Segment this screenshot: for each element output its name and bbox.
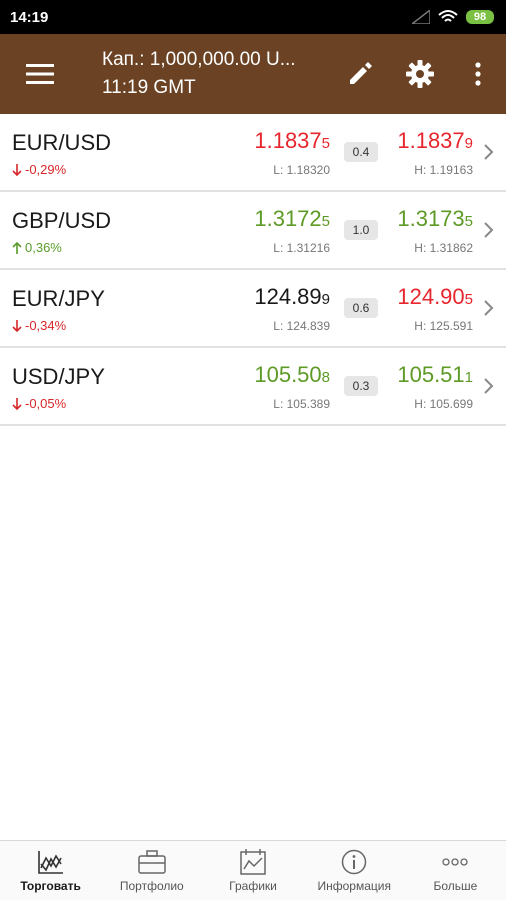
spread-badge: 0.4 [344,142,378,162]
quote-row[interactable]: GBP/USD 0,36% 1.31725 L: 1.31216 1.0 1.31735 H… [0,192,506,270]
nav-label: Графики [229,878,277,893]
signal-icon [412,10,430,24]
change-percent: 0,36% [12,240,62,255]
high-value: H: 125.591 [414,319,473,333]
arrow-down-icon [12,163,22,176]
ask-pip: 5 [464,291,473,308]
nav-item-more-horizontal[interactable]: Больше [405,841,506,900]
low-value: L: 1.31216 [273,241,330,255]
ask-pip: 9 [464,135,473,152]
arrow-up-icon [12,241,22,254]
status-bar: 14:19 98 [0,0,506,34]
chevron-right-icon[interactable] [482,142,496,162]
pair-name: EUR/USD [12,130,112,155]
high-value: H: 1.19163 [414,163,473,177]
ask-main: 105.51 [397,362,465,387]
spread-badge: 0.6 [344,298,378,318]
overflow-menu-button[interactable] [450,34,506,114]
settings-button[interactable] [390,34,450,114]
header-titles: Кап.: 1,000,000.00 U... 11:19 GMT [80,49,330,99]
app-bar: Кап.: 1,000,000.00 U... 11:19 GMT [0,34,506,114]
ask-pip: 1 [464,369,473,386]
ask-price[interactable]: 124.905 [397,284,473,310]
quote-row[interactable]: USD/JPY -0,05% 105.508 L: 105.389 0.3 105.511… [0,348,506,426]
ask-price[interactable]: 105.511 [397,362,473,388]
briefcase-icon [138,849,166,875]
bid-pip: 5 [321,213,330,230]
high-value: H: 1.31862 [414,241,473,255]
high-value: H: 105.699 [414,397,473,411]
nav-label: Портфолио [119,878,184,893]
battery-icon: 98 [466,10,494,24]
chevron-right-icon[interactable] [482,376,496,396]
nav-item-trade-chart[interactable]: Торговать [0,841,101,900]
bid-main: 1.1837 [254,128,322,153]
nav-label: Информация [317,878,391,893]
bid-price[interactable]: 105.508 [254,362,330,388]
change-value: -0,29% [25,162,67,177]
gmt-time: 11:19 GMT [102,77,196,98]
trade-chart-icon [37,849,64,875]
menu-button[interactable] [0,34,80,114]
low-value: L: 105.389 [273,397,330,411]
status-icons: 98 [412,9,494,25]
edit-button[interactable] [330,34,390,114]
bid-main: 124.89 [254,284,322,309]
low-value: L: 124.839 [273,319,330,333]
menu-icon [26,64,54,84]
low-value: L: 1.18320 [273,163,330,177]
bid-main: 105.50 [254,362,322,387]
pair-name: EUR/JPY [12,286,105,311]
calendar-chart-icon [240,848,266,875]
status-time: 14:19 [10,8,49,26]
ask-main: 1.1837 [397,128,465,153]
spread-badge: 0.3 [344,376,378,396]
arrow-down-icon [12,397,22,410]
quote-row[interactable]: EUR/USD -0,29% 1.18375 L: 1.18320 0.4 1.18379… [0,114,506,192]
chevron-right-icon[interactable] [482,298,496,318]
bid-price[interactable]: 124.899 [254,284,330,310]
nav-item-briefcase[interactable]: Портфолио [101,841,202,900]
bid-pip: 8 [321,369,330,386]
chevron-right-icon[interactable] [482,220,496,240]
quote-row[interactable]: EUR/JPY -0,34% 124.899 L: 124.839 0.6 124.905… [0,270,506,348]
bid-price[interactable]: 1.18375 [254,128,330,154]
ask-main: 1.3173 [397,206,465,231]
more-horizontal-icon [442,849,469,875]
change-value: 0,36% [25,240,62,255]
gear-icon [406,60,434,88]
ask-pip: 5 [464,213,473,230]
nav-label: Торговать [20,878,81,893]
ask-price[interactable]: 1.31735 [397,206,473,232]
wifi-icon [438,10,458,22]
nav-item-calendar-chart[interactable]: Графики [202,841,303,900]
info-icon [341,849,367,875]
change-value: -0,34% [25,318,67,333]
ask-price[interactable]: 1.18379 [397,128,473,154]
change-percent: -0,05% [12,396,66,411]
bid-price[interactable]: 1.31725 [254,206,330,232]
bottom-navigation: Торговать Портфолио Графики Информация Больш… [0,840,506,900]
change-value: -0,05% [25,396,67,411]
bid-main: 1.3172 [254,206,322,231]
capital-label: Кап.: 1,000,000.00 U... [102,49,296,70]
nav-label: Больше [433,878,478,893]
spread-badge: 1.0 [344,220,378,240]
pair-name: USD/JPY [12,364,105,389]
bid-pip: 9 [321,291,330,308]
change-percent: -0,34% [12,318,66,333]
ask-main: 124.90 [397,284,465,309]
pencil-icon [350,62,372,84]
bid-pip: 5 [321,135,330,152]
nav-item-info[interactable]: Информация [304,841,405,900]
arrow-down-icon [12,319,22,332]
quotes-list: EUR/USD -0,29% 1.18375 L: 1.18320 0.4 1.18379… [0,114,506,426]
more-vertical-icon [475,62,481,86]
change-percent: -0,29% [12,162,66,177]
pair-name: GBP/USD [12,208,112,233]
